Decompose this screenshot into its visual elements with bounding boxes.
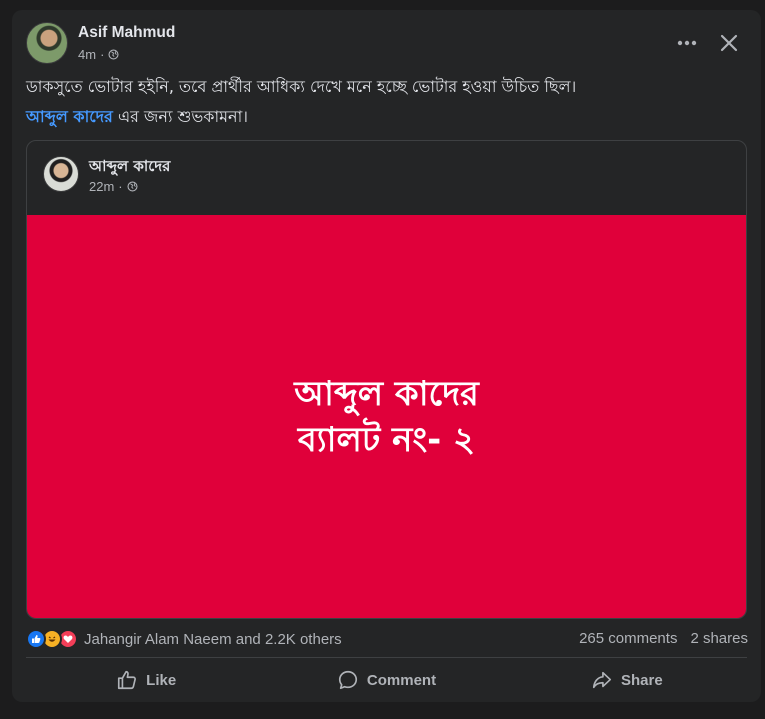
mention-link[interactable]: আব্দুল কাদের [26, 107, 113, 126]
shared-post-timestamp[interactable]: 22m [89, 179, 114, 194]
ballot-banner-image[interactable]: আব্দুল কাদের ব্যালট নং- ২ [27, 215, 746, 618]
like-button[interactable]: Like [26, 662, 266, 698]
post-card: Asif Mahmud 4m · ডাকসুতে ভোটার হইনি, তবে… [12, 10, 761, 702]
reaction-names[interactable]: Jahangir Alam Naeem and 2.2K others [84, 631, 342, 648]
reactions-summary[interactable]: Jahangir Alam Naeem and 2.2K others [26, 626, 342, 652]
action-divider [26, 657, 747, 658]
share-icon [592, 671, 612, 689]
post-action-bar: Like Comment Share [26, 662, 747, 698]
post-text-rest: এর জন্য শুভকামনা। [112, 107, 248, 126]
comment-icon [338, 670, 357, 690]
meta-separator: · [100, 47, 105, 62]
more-options-button[interactable] [672, 28, 702, 58]
post-text-line-2: আব্দুল কাদের এর জন্য শুভকামনা। [26, 104, 248, 131]
comment-label: Comment [366, 671, 437, 689]
engagement-counts: 265 comments 2 shares [579, 630, 748, 647]
like-icon [26, 629, 46, 649]
shared-post-meta: 22m · [89, 179, 138, 194]
shares-count[interactable]: 2 shares [690, 630, 748, 647]
globe-icon[interactable] [108, 49, 119, 60]
globe-icon[interactable] [127, 181, 138, 192]
close-button[interactable] [714, 28, 744, 58]
more-horizontal-icon [677, 40, 697, 46]
post-text-line-1: ডাকসুতে ভোটার হইনি, তবে প্রার্থীর আধিক্য… [26, 77, 577, 96]
share-button[interactable]: Share [507, 662, 747, 698]
shared-post-author[interactable]: আব্দুল কাদের [89, 155, 170, 180]
banner-candidate-name: আব্দুল কাদের [294, 374, 479, 414]
post-meta: 4m · [78, 47, 119, 62]
close-icon [720, 34, 738, 52]
banner-ballot-number: ব্যালট নং- ২ [297, 420, 476, 460]
avatar[interactable] [26, 22, 68, 64]
comment-button[interactable]: Comment [266, 662, 506, 698]
shared-post-avatar[interactable] [43, 156, 79, 192]
post-author-name[interactable]: Asif Mahmud [78, 24, 175, 42]
shared-post[interactable]: আব্দুল কাদের 22m · আব্দুল কাদের ব্যালট ন… [26, 140, 747, 619]
meta-separator: · [118, 179, 123, 194]
thumbs-up-icon [118, 670, 137, 690]
comments-count[interactable]: 265 comments [579, 630, 677, 647]
share-label: Share [620, 671, 663, 689]
like-label: Like [146, 671, 177, 689]
post-timestamp[interactable]: 4m [78, 47, 96, 62]
